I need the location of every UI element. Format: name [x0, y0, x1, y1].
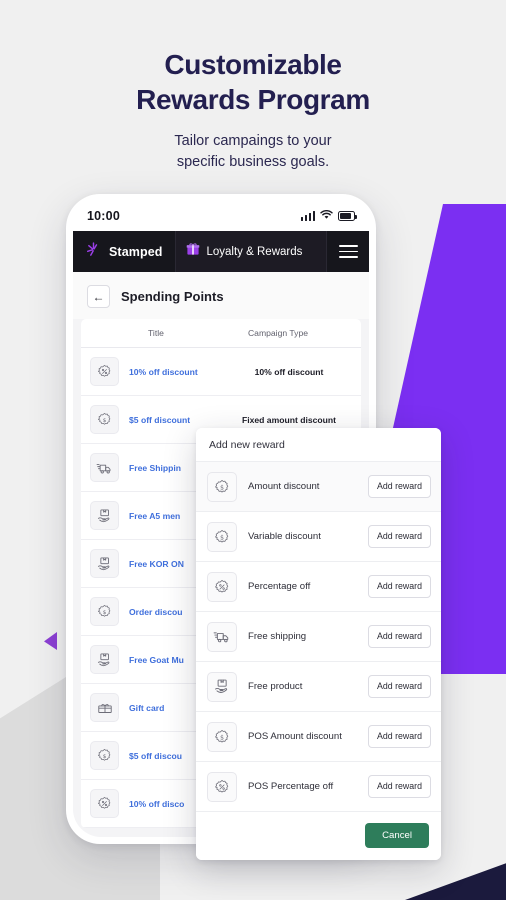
section-loyalty-rewards[interactable]: Loyalty & Rewards [174, 231, 327, 272]
reward-option-row[interactable]: $ Amount discount Add reward [196, 461, 441, 511]
svg-text:$: $ [103, 754, 107, 760]
gift-icon [186, 242, 200, 261]
add-reward-button[interactable]: Add reward [368, 575, 431, 598]
add-reward-button[interactable]: Add reward [368, 475, 431, 498]
table-header-row: Title Campaign Type [81, 319, 361, 348]
purple-triangle-accent [44, 632, 57, 650]
status-bar: 10:00 [73, 201, 369, 231]
brand-name: Stamped [109, 244, 163, 259]
svg-text:$: $ [103, 610, 107, 616]
row-campaign-type: 10% off discount [254, 366, 324, 377]
dollar-badge-icon: $ [90, 405, 119, 434]
add-reward-button[interactable]: Add reward [368, 775, 431, 798]
free-product-icon [90, 549, 119, 578]
dollar-badge-icon: $ [207, 721, 237, 752]
modal-footer: Cancel [196, 811, 441, 860]
row-title[interactable]: 10% off discount [119, 367, 223, 377]
svg-text:$: $ [220, 484, 224, 491]
wifi-icon [320, 207, 333, 225]
percent-badge-icon [90, 357, 119, 386]
app-top-bar: Stamped Loyalty & Rewards [73, 231, 369, 272]
reward-option-label: POS Percentage off [248, 781, 334, 792]
reward-option-row[interactable]: Free product Add reward [196, 661, 441, 711]
free-product-icon [90, 645, 119, 674]
phone-notch [167, 201, 275, 216]
dollar-badge-icon: $ [207, 521, 237, 552]
free-product-icon [207, 671, 237, 702]
page-title: Customizable Rewards Program [0, 48, 506, 117]
row-title[interactable]: $5 off discount [119, 415, 223, 425]
status-time: 10:00 [87, 209, 120, 223]
add-reward-button[interactable]: Add reward [368, 675, 431, 698]
screen-header: ← Spending Points [73, 272, 369, 319]
add-reward-button[interactable]: Add reward [368, 525, 431, 548]
screen-title: Spending Points [121, 289, 224, 304]
status-icon-group [300, 207, 357, 225]
add-reward-button[interactable]: Add reward [368, 625, 431, 648]
reward-option-row[interactable]: Free shipping Add reward [196, 611, 441, 661]
dollar-badge-icon: $ [90, 741, 119, 770]
dollar-badge-icon: $ [90, 597, 119, 626]
svg-text:$: $ [103, 418, 107, 424]
hero-text-block: Customizable Rewards Program Tailor camp… [0, 48, 506, 173]
svg-text:$: $ [220, 534, 224, 541]
reward-option-label: Percentage off [248, 581, 311, 592]
truck-icon [207, 621, 237, 652]
column-header-campaign-type: Campaign Type [247, 328, 309, 338]
modal-title: Add new reward [196, 428, 441, 461]
gift-card-icon [90, 693, 119, 722]
column-header-title: Title [148, 328, 164, 338]
hero-title-line-2: Rewards Program [136, 83, 370, 115]
section-label: Loyalty & Rewards [206, 245, 303, 258]
reward-option-label: Variable discount [248, 531, 321, 542]
reward-option-row[interactable]: Percentage off Add reward [196, 561, 441, 611]
hero-subtitle: Tailor campaings to your specific busine… [0, 131, 506, 173]
hamburger-menu-icon[interactable] [327, 231, 369, 272]
reward-option-label: Amount discount [248, 481, 320, 492]
reward-option-row[interactable]: $ POS Amount discount Add reward [196, 711, 441, 761]
row-campaign-type: Fixed amount discount [241, 414, 337, 425]
percent-badge-icon [207, 571, 237, 602]
signal-bars-icon [300, 211, 315, 221]
hero-title-line-1: Customizable [164, 49, 342, 80]
battery-icon [338, 211, 357, 221]
stamped-starburst-logo-icon [85, 241, 102, 263]
reward-option-label: POS Amount discount [248, 731, 342, 742]
hero-subtitle-line-1: Tailor campaings to your [174, 133, 332, 150]
add-reward-button[interactable]: Add reward [368, 725, 431, 748]
reward-option-row[interactable]: $ Variable discount Add reward [196, 511, 441, 561]
reward-option-list: $ Amount discount Add reward $ Variable … [196, 461, 441, 811]
percent-badge-icon [90, 789, 119, 818]
dollar-badge-icon: $ [207, 471, 237, 502]
add-new-reward-modal: Add new reward $ Amount discount Add rew… [196, 428, 441, 860]
brand-area[interactable]: Stamped [73, 231, 175, 272]
percent-badge-icon [207, 771, 237, 802]
reward-option-row[interactable]: POS Percentage off Add reward [196, 761, 441, 811]
cancel-button[interactable]: Cancel [365, 823, 429, 848]
navy-triangle-shape [196, 856, 506, 900]
truck-icon [90, 453, 119, 482]
svg-text:$: $ [220, 734, 224, 741]
reward-option-label: Free product [248, 681, 303, 692]
free-product-icon [90, 501, 119, 530]
table-row[interactable]: 10% off discount 10% off discount [81, 348, 361, 396]
arrow-left-icon[interactable]: ← [87, 285, 110, 308]
reward-option-label: Free shipping [248, 631, 307, 642]
hero-subtitle-line-2: specific business goals. [176, 154, 330, 171]
